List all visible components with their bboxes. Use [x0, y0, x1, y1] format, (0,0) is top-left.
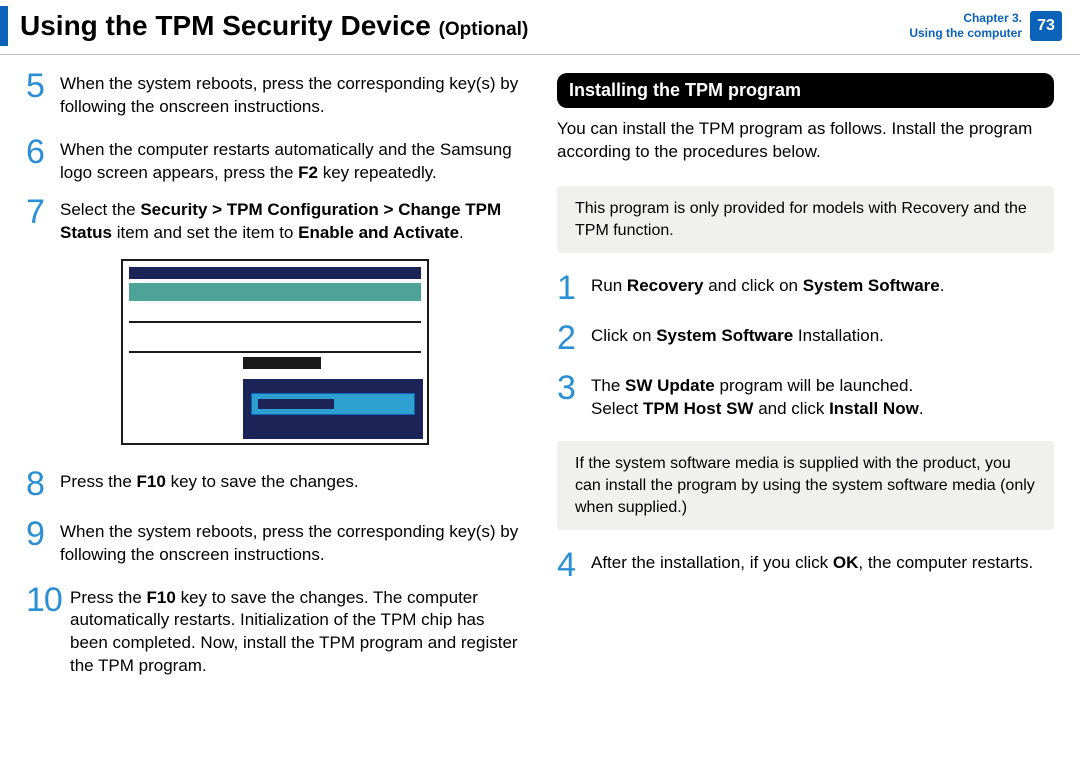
note-box: If the system software media is supplied… — [557, 441, 1054, 530]
step-body: When the system reboots, press the corre… — [60, 521, 523, 567]
step-body: When the system reboots, press the corre… — [60, 73, 523, 119]
right-column: Installing the TPM program You can insta… — [557, 73, 1054, 698]
step-body: Press the F10 key to save the changes. — [60, 471, 523, 501]
step-number: 8 — [26, 467, 60, 501]
step-5: 5 When the system reboots, press the cor… — [26, 73, 523, 119]
step-number: 1 — [557, 271, 591, 305]
content-columns: 5 When the system reboots, press the cor… — [0, 73, 1080, 698]
step-number: 9 — [26, 517, 60, 567]
step-number: 2 — [557, 321, 591, 355]
fig-menu-bar — [129, 283, 421, 301]
step-6: 6 When the computer restarts automatical… — [26, 139, 523, 185]
chapter-line1: Chapter 3. — [909, 11, 1022, 26]
section-intro: You can install the TPM program as follo… — [557, 118, 1054, 164]
step-number: 6 — [26, 135, 60, 185]
page-title: Using the TPM Security Device (Optional) — [20, 8, 909, 44]
fig-selected-option — [251, 393, 415, 415]
step-number: 7 — [26, 195, 60, 245]
chapter-label: Chapter 3. Using the computer — [909, 11, 1022, 41]
note-box: This program is only provided for models… — [557, 186, 1054, 253]
fig-label-block — [243, 357, 321, 369]
bios-screenshot-illustration — [121, 259, 429, 445]
step-body: The SW Update program will be launched. … — [591, 375, 1054, 421]
step-2: 2 Click on System Software Installation. — [557, 325, 1054, 355]
page-header: Using the TPM Security Device (Optional)… — [0, 0, 1080, 54]
chapter-line2: Using the computer — [909, 26, 1022, 41]
step-10: 10 Press the F10 key to save the changes… — [26, 587, 523, 679]
title-optional: (Optional) — [439, 19, 529, 40]
step-9: 9 When the system reboots, press the cor… — [26, 521, 523, 567]
left-column: 5 When the system reboots, press the cor… — [26, 73, 523, 698]
title-main: Using the TPM Security Device — [20, 10, 431, 41]
step-4: 4 After the installation, if you click O… — [557, 552, 1054, 582]
step-1: 1 Run Recovery and click on System Softw… — [557, 275, 1054, 305]
step-7: 7 Select the Security > TPM Configuratio… — [26, 199, 523, 245]
fig-selected-text — [258, 399, 334, 409]
step-body: Select the Security > TPM Configuration … — [60, 199, 523, 245]
fig-title-bar — [129, 267, 421, 279]
header-divider — [0, 54, 1080, 55]
step-number: 5 — [26, 69, 60, 119]
step-number: 4 — [557, 548, 591, 582]
step-3: 3 The SW Update program will be launched… — [557, 375, 1054, 421]
page-number: 73 — [1030, 11, 1062, 41]
section-heading: Installing the TPM program — [557, 73, 1054, 108]
fig-line — [129, 321, 421, 323]
step-number: 10 — [26, 583, 70, 679]
step-body: When the computer restarts automatically… — [60, 139, 523, 185]
fig-line — [129, 351, 421, 353]
step-number: 3 — [557, 371, 591, 421]
step-body: Press the F10 key to save the changes. T… — [70, 587, 523, 679]
step-8: 8 Press the F10 key to save the changes. — [26, 471, 523, 501]
step-body: Run Recovery and click on System Softwar… — [591, 275, 1054, 305]
header-accent — [0, 6, 8, 46]
step-body: Click on System Software Installation. — [591, 325, 1054, 355]
step-body: After the installation, if you click OK,… — [591, 552, 1054, 582]
figure-wrapper — [26, 259, 523, 445]
